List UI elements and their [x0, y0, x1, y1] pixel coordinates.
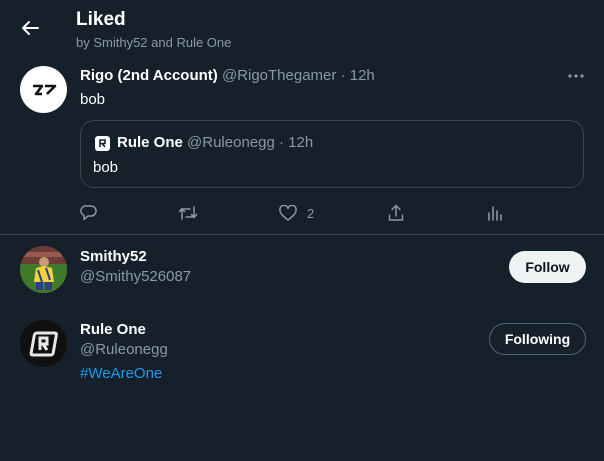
- user-handle[interactable]: @Ruleonegg: [80, 341, 168, 358]
- tweet-header: Rigo (2nd Account) @RigoThegamer · 12h: [80, 67, 375, 84]
- user-bio-hashtag[interactable]: #WeAreOne: [80, 365, 162, 382]
- avatar[interactable]: [20, 320, 67, 367]
- quoted-tweet[interactable]: Rule One @Ruleonegg · 12h bob: [80, 120, 584, 188]
- tweet[interactable]: Rigo (2nd Account) @RigoThegamer · 12h b…: [0, 56, 604, 235]
- reply-button[interactable]: [80, 202, 98, 224]
- more-icon: [568, 74, 584, 78]
- tweet-author-avatar[interactable]: [20, 66, 67, 113]
- avatar[interactable]: [20, 246, 67, 293]
- retweet-icon: [178, 206, 198, 220]
- quote-time: 12h: [288, 134, 314, 151]
- rule-one-logo-icon: [99, 139, 106, 148]
- retweet-button[interactable]: [178, 202, 198, 224]
- tweet-author-name[interactable]: Rigo (2nd Account): [80, 67, 218, 84]
- quote-header: Rule One @Ruleonegg · 12h: [117, 134, 313, 151]
- share-icon: [388, 204, 404, 221]
- user-cell[interactable]: Rule One @Ruleonegg #WeAreOne Following: [0, 311, 604, 401]
- user-avatar-photo-icon: [20, 246, 67, 293]
- page-subtitle: by Smithy52 and Rule One: [76, 35, 232, 50]
- user-cell[interactable]: Smithy52 @Smithy526087 Follow: [0, 235, 604, 311]
- user-name[interactable]: Rule One: [80, 321, 146, 338]
- liked-by-page: Liked by Smithy52 and Rule One Rigo (2nd…: [0, 0, 604, 461]
- quote-separator: ·: [279, 134, 284, 151]
- tweet-author-handle[interactable]: @RigoThegamer: [222, 67, 336, 84]
- tweet-text: bob: [80, 91, 106, 108]
- heart-icon: [279, 205, 297, 221]
- quote-author-avatar: [95, 136, 110, 151]
- like-button[interactable]: 2: [279, 202, 314, 224]
- rule-one-logo-icon: [29, 331, 58, 357]
- arrow-left-icon: [22, 21, 39, 35]
- analytics-icon: [488, 206, 502, 221]
- follow-button[interactable]: Follow: [509, 251, 586, 283]
- following-button[interactable]: Following: [489, 323, 586, 355]
- quote-author-name: Rule One: [117, 134, 183, 151]
- page-title: Liked: [76, 9, 126, 30]
- more-button[interactable]: [560, 66, 592, 86]
- user-name[interactable]: Smithy52: [80, 248, 147, 265]
- like-count: 2: [307, 205, 315, 221]
- header: Liked by Smithy52 and Rule One: [0, 0, 604, 56]
- share-button[interactable]: [387, 202, 405, 224]
- analytics-button[interactable]: [487, 202, 503, 224]
- tweet-time[interactable]: 12h: [350, 67, 375, 84]
- quote-text: bob: [93, 159, 119, 176]
- author-logo-icon: [32, 84, 56, 95]
- back-button[interactable]: [14, 12, 46, 44]
- quote-author-handle: @Ruleonegg: [187, 134, 275, 151]
- user-handle[interactable]: @Smithy526087: [80, 268, 191, 285]
- reply-icon: [80, 205, 97, 221]
- tweet-actions: 2: [0, 202, 604, 224]
- tweet-separator: ·: [340, 67, 346, 84]
